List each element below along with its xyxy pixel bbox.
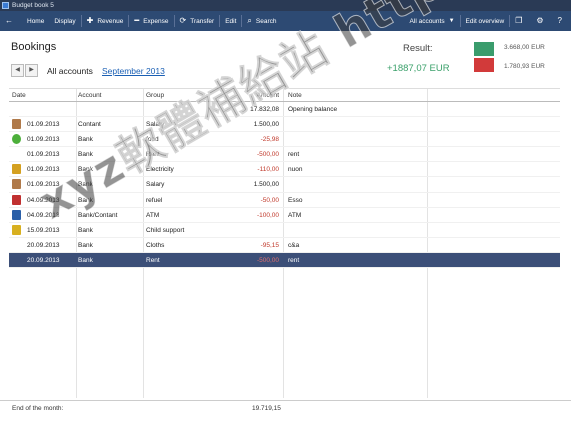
- cell-note: Esso: [288, 196, 303, 204]
- cell-amount: 1.500,00: [253, 181, 279, 189]
- month-navigation: ◀ ▶: [11, 64, 39, 77]
- back-button[interactable]: ←: [0, 11, 22, 31]
- column-header-date[interactable]: Date: [12, 89, 26, 102]
- person-icon: [12, 179, 21, 190]
- transfer-icon: ⟳: [179, 16, 187, 25]
- atm-icon: [12, 209, 21, 220]
- table-row[interactable]: 20.09.2013 Bank Cloths -95,15 c&a: [9, 238, 560, 253]
- cell-amount: -500,00: [256, 151, 279, 159]
- cell-note: [288, 132, 488, 147]
- cell-note: Opening balance: [288, 106, 338, 113]
- result-label: Result:: [403, 43, 433, 54]
- title-bar: Budget book 5: [0, 0, 571, 11]
- next-month-button[interactable]: ▶: [25, 64, 38, 77]
- cell-note: [288, 223, 488, 238]
- cell-amount: -25,98: [260, 136, 279, 144]
- end-of-month-label: End of the month:: [12, 405, 64, 412]
- result-value: +1887,07 EUR: [387, 63, 450, 74]
- person-icon: [12, 119, 21, 130]
- cell-account: Bank: [78, 226, 93, 234]
- income-swatch: [474, 42, 494, 56]
- cell-note: ATM: [288, 211, 302, 219]
- search-button[interactable]: ⌕ Search: [242, 11, 281, 31]
- help-icon: ?: [557, 16, 562, 25]
- cell-note: [288, 117, 488, 132]
- month-link[interactable]: September 2013: [102, 66, 165, 76]
- cell-amount: [219, 223, 279, 238]
- cell-note: rent: [288, 151, 300, 159]
- expense-button[interactable]: ━ Expense: [129, 11, 173, 31]
- fuel-icon: [12, 194, 21, 205]
- windows-icon: ❐: [515, 16, 523, 25]
- page-title: Bookings: [11, 41, 57, 53]
- account-label: All accounts: [47, 66, 93, 76]
- cell-account: Bank: [78, 241, 93, 249]
- display-button[interactable]: Display: [49, 11, 80, 31]
- cell-amount: -110,00: [257, 166, 279, 174]
- back-arrow-icon: ←: [5, 16, 13, 25]
- table-row[interactable]: 15.09.2013 Bank Child support: [9, 223, 560, 238]
- cell-amount: -100,00: [256, 211, 279, 219]
- apple-icon: [12, 134, 21, 145]
- cell-amount: -500,00: [256, 256, 279, 264]
- transfer-button[interactable]: ⟳ Transfer: [175, 11, 220, 31]
- home-button[interactable]: Home: [22, 11, 49, 31]
- plus-icon: ✚: [86, 16, 94, 25]
- help-button[interactable]: ?: [553, 11, 571, 31]
- cell-note: [288, 177, 488, 192]
- footer: End of the month: 19.719,15: [0, 400, 571, 428]
- meter-icon: [12, 164, 21, 175]
- table-row[interactable]: 20.09.2013 Bank Rent -500,00 rent: [9, 252, 560, 269]
- edit-overview-button[interactable]: Edit overview: [461, 11, 510, 31]
- cell-note: nuon: [288, 166, 303, 174]
- column-header-account[interactable]: Account: [78, 89, 102, 102]
- settings-button[interactable]: ⚙: [531, 11, 552, 31]
- edit-button[interactable]: Edit: [220, 11, 241, 31]
- cell-amount: -95,15: [260, 241, 279, 249]
- chevron-down-icon: ▼: [448, 18, 455, 24]
- app-icon: [2, 2, 9, 9]
- search-icon: ⌕: [247, 16, 252, 25]
- expense-total: 1.780,93 EUR: [504, 63, 545, 70]
- income-total: 3.668,00 EUR: [504, 44, 545, 51]
- gear-icon: ⚙: [536, 16, 544, 25]
- expense-swatch: [474, 58, 494, 72]
- table-row[interactable]: 01.09.2013 Contant Salary 1.500,00: [9, 117, 560, 133]
- revenue-button[interactable]: ✚ Revenue: [82, 11, 129, 31]
- end-of-month-value: 19.719,15: [252, 405, 281, 412]
- window-title: Budget book 5: [12, 2, 54, 9]
- cell-amount: -50,00: [260, 196, 279, 204]
- table-row[interactable]: 17.832,08 Opening balance: [9, 102, 560, 118]
- previous-month-button[interactable]: ◀: [11, 64, 24, 77]
- minus-icon: ━: [134, 16, 140, 25]
- cell-note: rent: [288, 256, 300, 264]
- bookings-table: Date Account Group Amount Note 17.832,08…: [9, 88, 560, 398]
- cell-note: c&a: [288, 241, 300, 249]
- cell-account: Bank: [78, 256, 93, 264]
- money-icon: [12, 224, 21, 235]
- layout-button[interactable]: ❐: [510, 11, 531, 31]
